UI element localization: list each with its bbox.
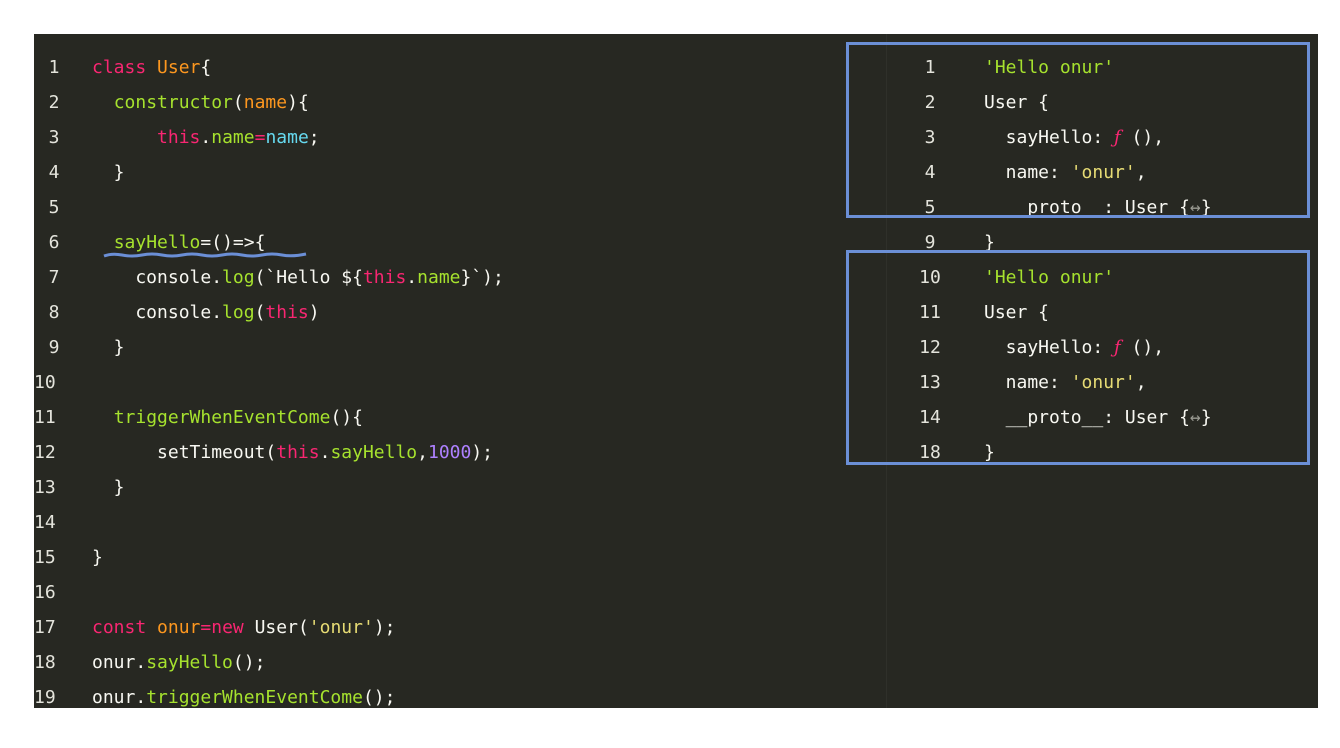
token: = bbox=[254, 127, 266, 148]
token: name bbox=[211, 127, 255, 148]
token: setTimeout( bbox=[92, 442, 277, 463]
token: } bbox=[92, 337, 125, 358]
token: this bbox=[276, 442, 320, 463]
line-content: } bbox=[92, 540, 103, 575]
token: (); bbox=[232, 652, 266, 673]
line-number: 9 bbox=[48, 337, 60, 358]
token: onur. bbox=[92, 652, 147, 673]
line-number: 11 bbox=[34, 407, 56, 428]
token: log bbox=[222, 267, 255, 288]
line-content: this.name=name; bbox=[92, 120, 320, 155]
token: ) bbox=[308, 302, 320, 323]
token: constructor bbox=[113, 92, 233, 113]
token: name bbox=[243, 92, 288, 113]
token: log bbox=[222, 302, 255, 323]
token: console. bbox=[92, 267, 223, 288]
token: const bbox=[92, 617, 158, 638]
line-content: console.log(`Hello ${this.name}`); bbox=[92, 260, 504, 295]
token: }`); bbox=[460, 267, 504, 288]
token: ){ bbox=[287, 92, 309, 113]
line-number: 18 bbox=[34, 652, 56, 673]
token: , bbox=[417, 442, 428, 463]
line-content: constructor(name){ bbox=[92, 85, 309, 120]
token: = bbox=[200, 617, 212, 638]
token: . bbox=[200, 127, 212, 148]
line-content: onur.triggerWhenEventCome(); bbox=[92, 680, 395, 715]
token: 1000 bbox=[427, 442, 472, 463]
line-content: class User{ bbox=[92, 50, 211, 85]
token: ); bbox=[471, 442, 494, 463]
line-number: 19 bbox=[34, 687, 56, 708]
token: onur. bbox=[92, 687, 147, 708]
token: sayHello bbox=[146, 652, 233, 673]
token: ); bbox=[373, 617, 396, 638]
token: class bbox=[92, 57, 158, 78]
underline-annotation bbox=[103, 252, 307, 258]
highlight-box-first-call bbox=[846, 42, 1310, 218]
line-number: 17 bbox=[34, 617, 56, 638]
line-number: 16 bbox=[34, 582, 56, 603]
line-content: const onur=new User('onur'); bbox=[92, 610, 396, 645]
token: this bbox=[362, 267, 407, 288]
token: . bbox=[319, 442, 331, 463]
line-content: triggerWhenEventCome(){ bbox=[92, 400, 363, 435]
line-number: 6 bbox=[48, 232, 60, 253]
token: this bbox=[157, 127, 201, 148]
token: { bbox=[200, 57, 212, 78]
line-number: 3 bbox=[48, 127, 60, 148]
token: (){ bbox=[330, 407, 363, 428]
line-number: 1 bbox=[48, 57, 60, 78]
line-number: 15 bbox=[34, 547, 56, 568]
line-content: } bbox=[92, 470, 125, 505]
line-number: 4 bbox=[48, 162, 60, 183]
line-number: 12 bbox=[34, 442, 56, 463]
line-number: 5 bbox=[48, 197, 60, 218]
token: } bbox=[92, 162, 125, 183]
token: } bbox=[92, 547, 103, 568]
token: User bbox=[157, 57, 201, 78]
token: triggerWhenEventCome bbox=[146, 687, 363, 708]
line-content: } bbox=[92, 155, 125, 190]
token: console. bbox=[92, 302, 223, 323]
token: sayHello bbox=[330, 442, 418, 463]
line-number: 14 bbox=[34, 512, 56, 533]
token: ( bbox=[232, 92, 244, 113]
token: this bbox=[265, 302, 309, 323]
line-number: 7 bbox=[48, 267, 60, 288]
token: ( bbox=[254, 302, 266, 323]
line-number: 10 bbox=[34, 372, 56, 393]
line-content: setTimeout(this.sayHello,1000); bbox=[92, 435, 493, 470]
code-editor: 1 class User{2 constructor(name){3 this.n… bbox=[34, 34, 1318, 708]
token: ; bbox=[308, 127, 320, 148]
token: . bbox=[406, 267, 418, 288]
token: triggerWhenEventCome bbox=[113, 407, 331, 428]
token: onur bbox=[157, 617, 201, 638]
line-content: onur.sayHello(); bbox=[92, 645, 265, 680]
line-content: console.log(this) bbox=[92, 295, 320, 330]
token: User( bbox=[254, 617, 309, 638]
highlight-box-second-call bbox=[846, 250, 1310, 465]
token: } bbox=[92, 477, 125, 498]
token: new bbox=[211, 617, 255, 638]
token: (); bbox=[362, 687, 396, 708]
line-content: } bbox=[92, 330, 125, 365]
line-number: 2 bbox=[48, 92, 60, 113]
token: name bbox=[265, 127, 309, 148]
token: (`Hello ${ bbox=[254, 267, 363, 288]
token: name bbox=[417, 267, 461, 288]
line-number: 8 bbox=[48, 302, 60, 323]
line-number: 13 bbox=[34, 477, 56, 498]
token: 'onur' bbox=[308, 617, 374, 638]
